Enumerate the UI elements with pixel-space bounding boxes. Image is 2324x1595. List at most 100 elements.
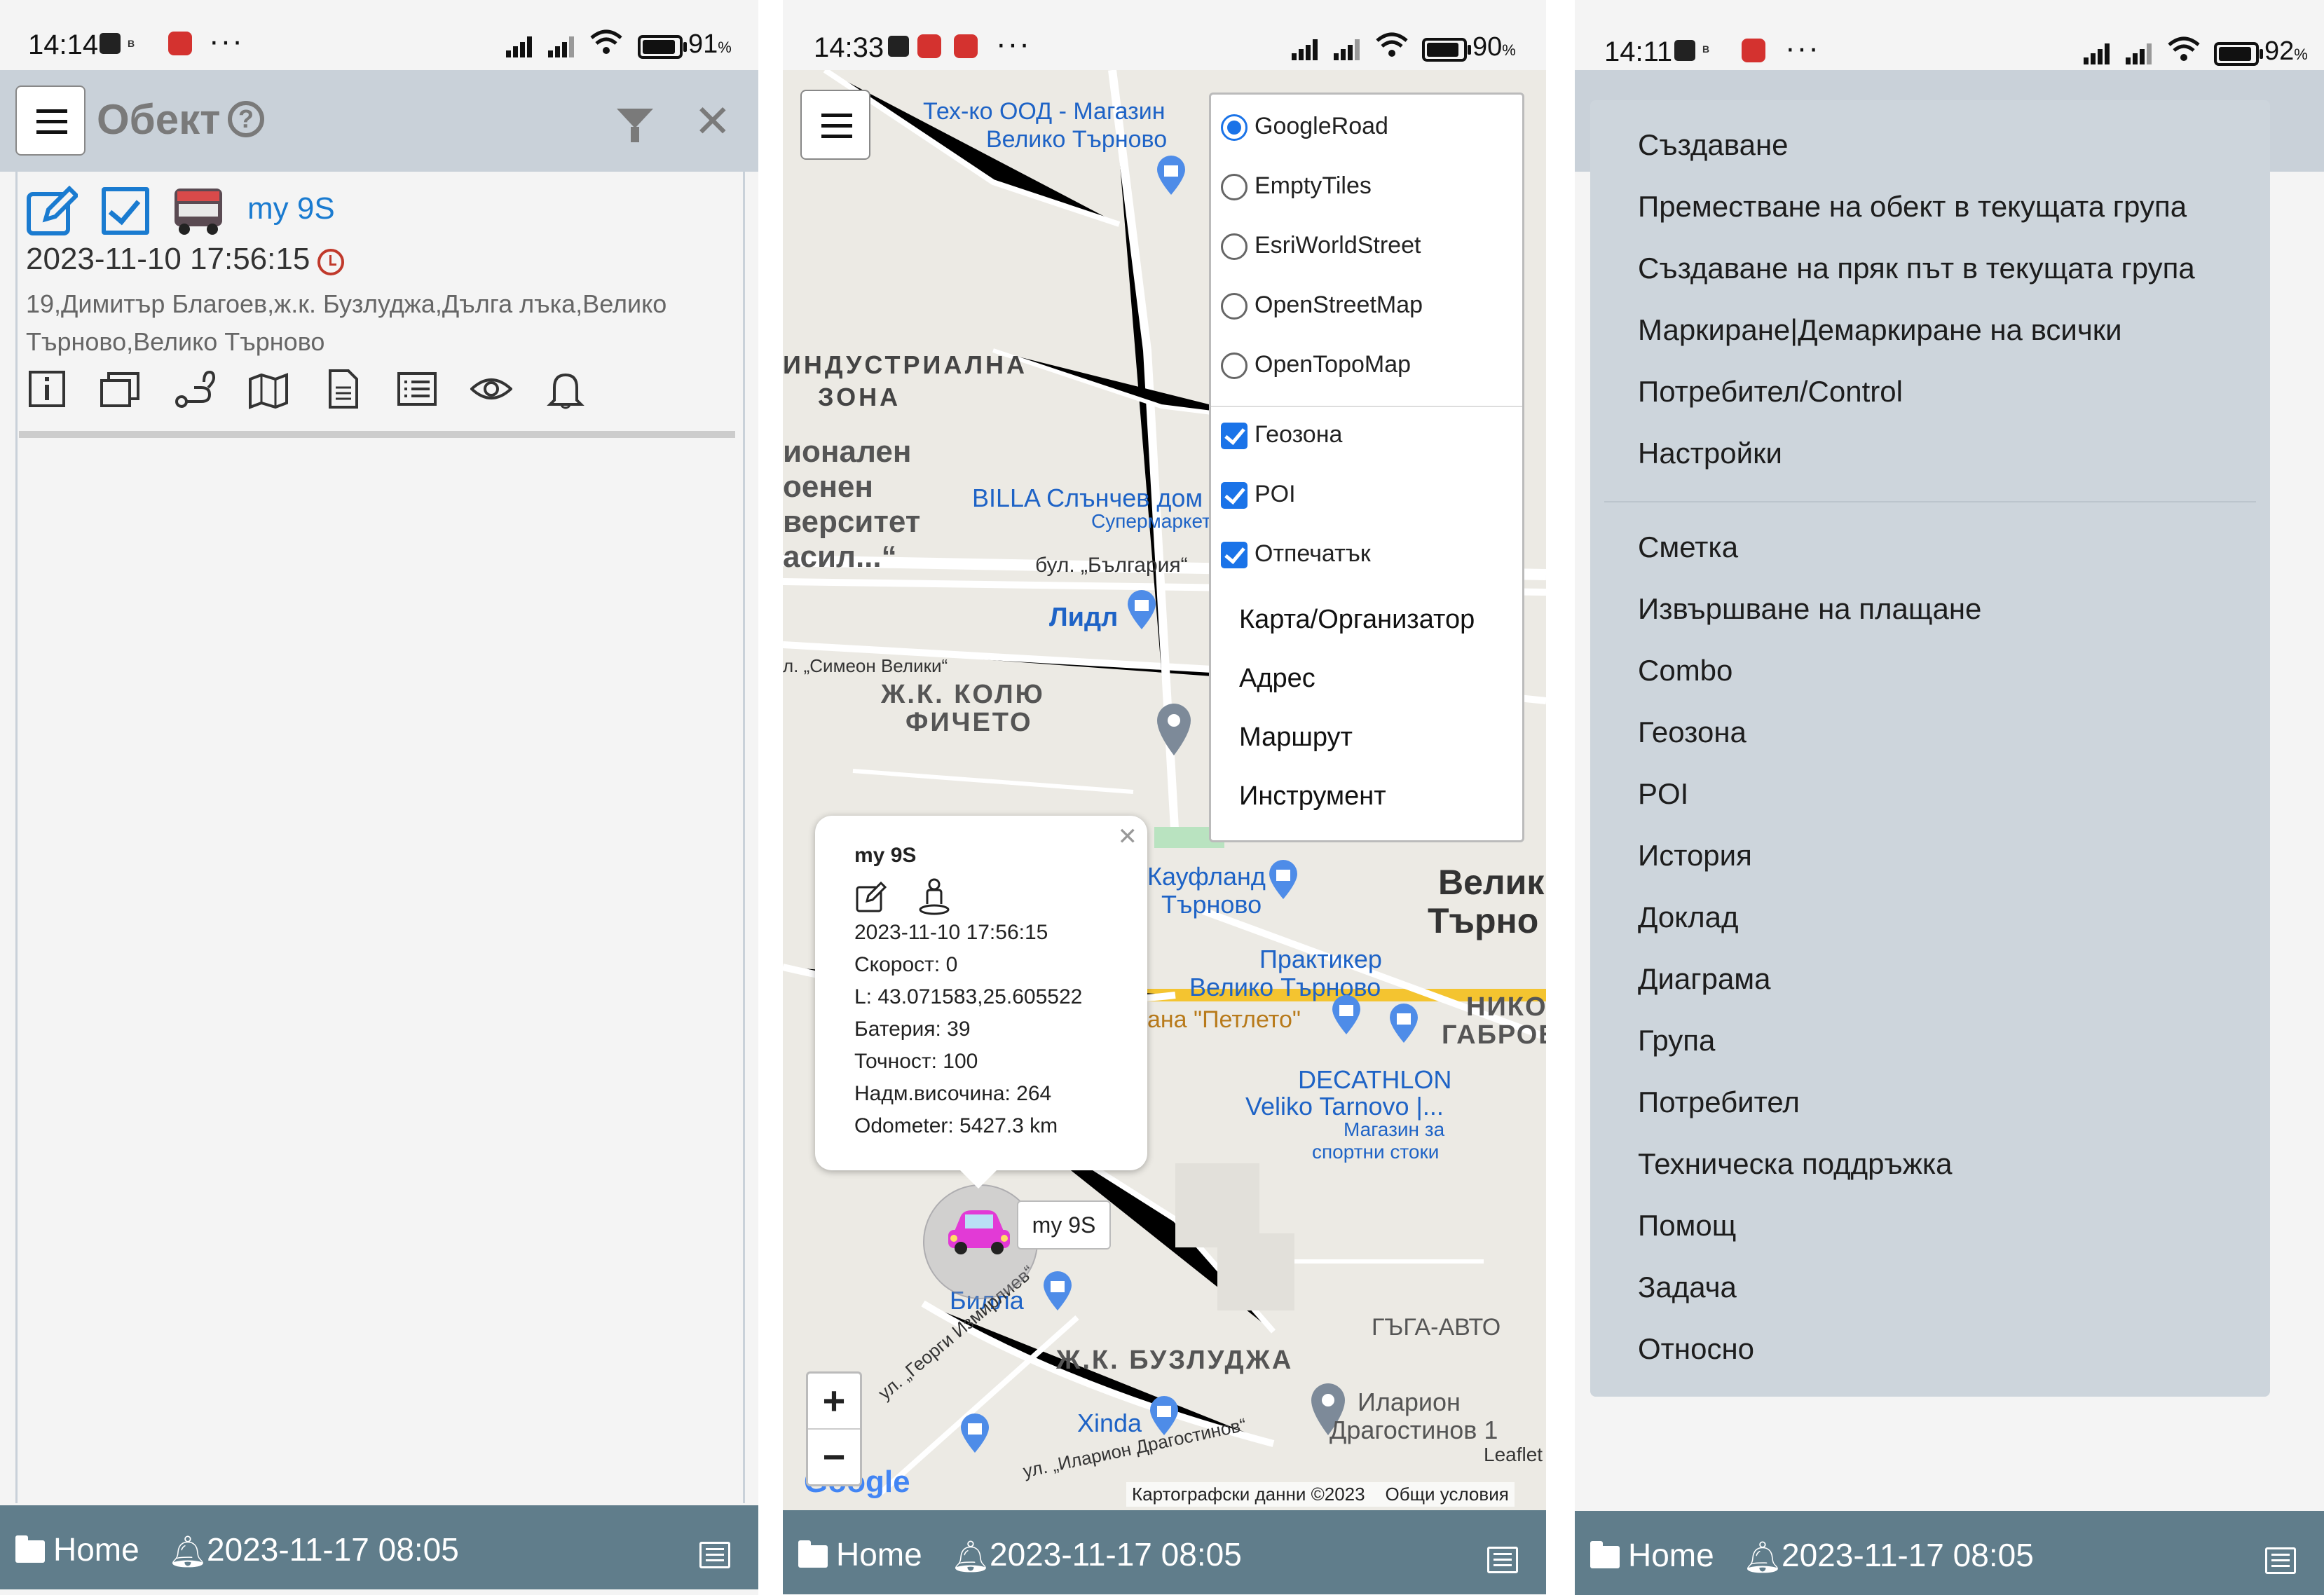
home-link[interactable]: Home	[1628, 1536, 1714, 1574]
checkbox-checked[interactable]	[1221, 482, 1248, 509]
shop-pin-icon	[1128, 590, 1156, 629]
checkbox-checked[interactable]	[1221, 542, 1248, 569]
info-icon[interactable]	[26, 368, 68, 410]
map-label: ФИЧЕТО	[905, 708, 1033, 737]
edit-icon[interactable]	[854, 880, 888, 914]
address-link[interactable]: Адрес	[1239, 664, 1315, 694]
list-icon[interactable]	[396, 368, 438, 410]
terms-link[interactable]: Общи условия	[1386, 1484, 1509, 1505]
menu-item-create[interactable]: Създаване	[1638, 128, 1789, 162]
layer-openstreetmap[interactable]: OpenStreetMap	[1221, 292, 1423, 320]
filter-icon[interactable]	[617, 109, 653, 142]
menu-item-about[interactable]: Относно	[1638, 1332, 1754, 1366]
close-icon[interactable]: ✕	[694, 95, 732, 148]
tool-link[interactable]: Инструмент	[1239, 781, 1386, 812]
eye-icon[interactable]	[470, 368, 512, 410]
help-icon[interactable]: ?	[228, 101, 264, 137]
map-label: Тех-ко ООД - Магазин	[923, 98, 1166, 125]
menu-item-move-object[interactable]: Преместване на обект в текущата група	[1638, 190, 2187, 224]
layer-googleroad[interactable]: GoogleRoad	[1221, 113, 1388, 142]
map-label: Ж.К. БУЗЛУДЖА	[1056, 1346, 1294, 1375]
map-label: ГАБРОВ	[1442, 1020, 1546, 1050]
clock-icon	[317, 249, 344, 275]
map-label: бул. „България“	[1035, 554, 1188, 577]
menu-item-mark-all[interactable]: Маркиране|Демаркиране на всички	[1638, 313, 2122, 347]
close-icon[interactable]: ✕	[1118, 823, 1138, 851]
radio[interactable]	[1221, 233, 1248, 261]
map-label: Търново	[1161, 890, 1262, 919]
overlay-footprint[interactable]: Отпечатък	[1221, 540, 1371, 569]
menu-item-payment[interactable]: Извършване на плащане	[1638, 592, 1981, 626]
menu-item-report[interactable]: Доклад	[1638, 901, 1739, 934]
radio-selected[interactable]	[1221, 114, 1248, 142]
menu-item-support[interactable]: Техническа поддръжка	[1638, 1147, 1953, 1181]
route-link[interactable]: Маршрут	[1239, 723, 1353, 753]
shop-pin-icon	[1157, 156, 1185, 195]
location-person-icon[interactable]	[917, 877, 951, 915]
select-checkbox[interactable]	[102, 187, 149, 235]
menu-item-group[interactable]: Група	[1638, 1024, 1715, 1057]
layer-emptytiles[interactable]: EmptyTiles	[1221, 172, 1372, 201]
folder-icon[interactable]	[1590, 1541, 1620, 1568]
checkbox-checked[interactable]	[1221, 423, 1248, 450]
bell-icon[interactable]: 🔔︎	[951, 1538, 990, 1575]
layer-opentopomap[interactable]: OpenTopoMap	[1221, 351, 1411, 380]
folder-icon[interactable]	[798, 1540, 828, 1568]
radio[interactable]	[1221, 352, 1248, 380]
overlay-geozone[interactable]: Геозона	[1221, 421, 1342, 450]
bell-icon[interactable]	[545, 368, 587, 410]
radio[interactable]	[1221, 174, 1248, 201]
menu-item-user-control[interactable]: Потребител/Control	[1638, 375, 1903, 409]
vehicle-marker-icon[interactable]	[944, 1202, 1014, 1258]
menu-item-settings[interactable]: Настройки	[1638, 437, 1782, 470]
overlay-poi[interactable]: POI	[1221, 481, 1296, 509]
map-data-credit: Картографски данни ©2023	[1132, 1484, 1365, 1505]
battery-fill	[1427, 43, 1458, 57]
object-datetime: 2023-11-10 17:56:15	[26, 242, 310, 276]
vehicle-marker-label[interactable]: my 9S	[1017, 1200, 1111, 1250]
menu-button[interactable]	[800, 90, 870, 160]
menu-item-task[interactable]: Задача	[1638, 1271, 1737, 1304]
zoom-control: + −	[806, 1371, 862, 1486]
folder-icon[interactable]	[15, 1535, 45, 1563]
home-link[interactable]: Home	[53, 1531, 139, 1568]
windows-icon[interactable]	[99, 368, 141, 410]
map-organizer-link[interactable]: Карта/Организатор	[1239, 605, 1475, 635]
object-name[interactable]: my 9S	[247, 191, 335, 226]
layer-esriworldstreet[interactable]: EsriWorldStreet	[1221, 232, 1421, 261]
radio[interactable]	[1221, 293, 1248, 320]
wifi-icon	[590, 29, 622, 54]
layer-switcher: GoogleRoad EmptyTiles EsriWorldStreet Op…	[1209, 93, 1524, 842]
home-link[interactable]: Home	[836, 1535, 922, 1573]
leaflet-attribution[interactable]: Leaflet	[1484, 1444, 1543, 1466]
map-label: Veliko Tarnovo |...	[1245, 1092, 1444, 1121]
list-icon[interactable]	[2265, 1547, 2296, 1574]
document-icon[interactable]	[322, 368, 364, 410]
menu-item-account[interactable]: Сметка	[1638, 530, 1738, 564]
bell-icon[interactable]: 🔔︎	[168, 1533, 207, 1570]
bottom-datetime: 2023-11-17 08:05	[207, 1531, 459, 1568]
menu-item-chart[interactable]: Диаграма	[1638, 962, 1771, 996]
edit-icon[interactable]	[26, 186, 78, 238]
bottom-datetime: 2023-11-17 08:05	[1782, 1537, 2034, 1573]
menu-item-poi[interactable]: POI	[1638, 777, 1688, 811]
map-icon[interactable]	[247, 368, 289, 410]
list-icon[interactable]	[699, 1542, 730, 1568]
menu-item-history[interactable]: История	[1638, 839, 1752, 872]
vehicle-popup: ✕ my 9S 2023-11-10 17:56:15 Скорост: 0 L…	[815, 816, 1147, 1189]
popup-altitude: Надм.височина: 264	[854, 1082, 1052, 1105]
map-label: спортни стоки	[1312, 1141, 1440, 1163]
zoom-in-button[interactable]: +	[808, 1374, 860, 1430]
menu-item-help[interactable]: Помощ	[1638, 1209, 1736, 1243]
menu-item-geozone[interactable]: Геозона	[1638, 716, 1747, 749]
map-label: ана "Петлето"	[1147, 1006, 1301, 1033]
menu-item-combo[interactable]: Combo	[1638, 654, 1732, 687]
menu-item-create-shortcut[interactable]: Създаване на пряк път в текущата група	[1638, 252, 2195, 285]
route-icon[interactable]	[173, 368, 215, 410]
zoom-out-button[interactable]: −	[808, 1430, 860, 1484]
menu-button[interactable]	[15, 85, 86, 156]
menu-item-user[interactable]: Потребител	[1638, 1086, 1800, 1119]
bell-icon[interactable]: 🔔︎	[1743, 1539, 1782, 1575]
list-icon[interactable]	[1487, 1547, 1518, 1573]
notification-icon	[1674, 40, 1695, 61]
